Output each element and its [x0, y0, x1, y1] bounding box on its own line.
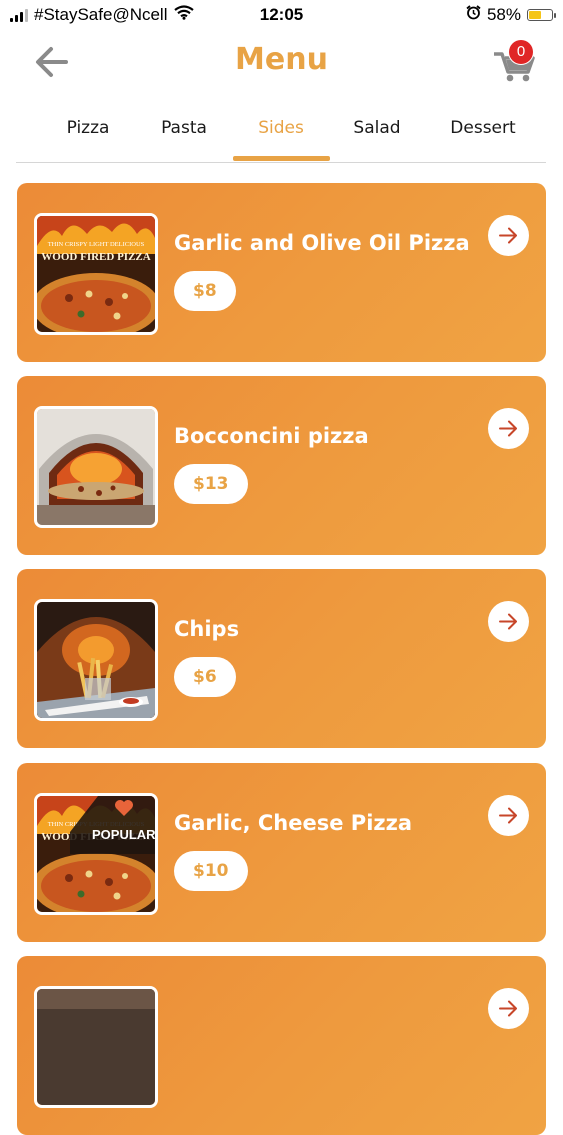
header: Menu 0	[0, 32, 563, 94]
item-price: $10	[174, 851, 248, 891]
view-item-button[interactable]	[488, 408, 529, 449]
view-item-button[interactable]	[488, 601, 529, 642]
image-caption-large: WOOD FIRED PIZZA	[41, 251, 150, 263]
item-name: Garlic, Cheese Pizza	[174, 811, 413, 835]
item-price: $8	[174, 271, 236, 311]
status-bar: #StaySafe@Ncell 12:05 58%	[0, 0, 563, 32]
battery-percent: 58%	[486, 5, 521, 24]
item-name: Garlic and Olive Oil Pizza	[174, 231, 470, 255]
heart-icon	[115, 800, 133, 816]
item-image	[34, 986, 158, 1108]
arrow-right-icon	[499, 1000, 517, 1017]
image-caption-small: THIN CRISPY LIGHT DELICIOUS	[48, 241, 145, 248]
status-right: 58%	[466, 5, 556, 25]
arrow-right-icon	[499, 807, 517, 824]
view-item-button[interactable]	[488, 988, 529, 1029]
menu-item-card[interactable]: THIN CRISPY LIGHT DELICIOUS WOOD FIRED P…	[17, 183, 546, 362]
item-image	[34, 599, 158, 721]
item-name: Bocconcini pizza	[174, 424, 369, 448]
item-name: Chips	[174, 617, 240, 641]
active-tab-indicator	[233, 156, 330, 161]
menu-item-card[interactable]: Bocconcini pizza $13	[17, 376, 546, 555]
arrow-right-icon	[499, 613, 517, 630]
alarm-icon	[466, 5, 481, 25]
popular-label: POPULAR	[92, 827, 156, 842]
menu-item-card[interactable]: THIN CRISPY LIGHT DELICIOUS WOOD FIRED P…	[17, 763, 546, 942]
view-item-button[interactable]	[488, 795, 529, 836]
menu-item-card[interactable]	[17, 956, 546, 1135]
tab-dessert[interactable]: Dessert	[433, 108, 533, 160]
tab-salad[interactable]: Salad	[327, 108, 427, 160]
item-price: $6	[174, 657, 236, 697]
arrow-right-icon	[499, 420, 517, 437]
tab-sides[interactable]: Sides	[231, 108, 331, 160]
item-image: THIN CRISPY LIGHT DELICIOUS WOOD FIRED P…	[34, 213, 158, 335]
tab-pizza[interactable]: Pizza	[38, 108, 138, 160]
cart-count-badge: 0	[509, 40, 533, 64]
view-item-button[interactable]	[488, 215, 529, 256]
category-tabs: Pizza Pasta Sides Salad Dessert	[16, 108, 546, 163]
menu-item-card[interactable]: Chips $6	[17, 569, 546, 748]
arrow-right-icon	[499, 227, 517, 244]
battery-icon	[527, 9, 556, 21]
item-image	[34, 406, 158, 528]
tab-pasta[interactable]: Pasta	[134, 108, 234, 160]
item-price: $13	[174, 464, 248, 504]
item-image: THIN CRISPY LIGHT DELICIOUS WOOD FIRED P…	[34, 793, 158, 915]
page-title: Menu	[235, 42, 328, 77]
